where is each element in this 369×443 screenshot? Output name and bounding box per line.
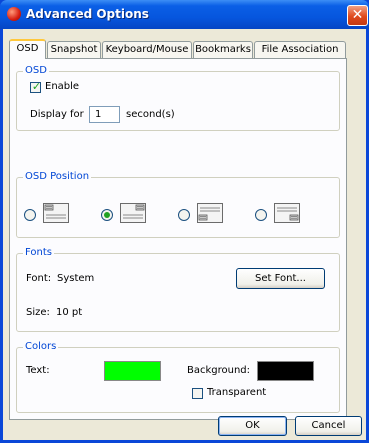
radio-selected-dot [104, 212, 110, 218]
display-seconds-input[interactable] [89, 106, 120, 123]
osd-group: OSD ✓ Enable Display for second(s) [16, 65, 340, 131]
text-color-label: Text: [26, 365, 50, 376]
colors-legend: Colors [23, 341, 59, 353]
tab-osd[interactable]: OSD [9, 39, 46, 59]
screen-top-right-icon [120, 203, 146, 223]
tab-bookmarks[interactable]: Bookmarks [193, 41, 253, 58]
close-button[interactable]: ✕ [347, 5, 368, 26]
fonts-group: Fonts Font: System Set Font... Size: 10 … [16, 247, 340, 332]
advanced-options-dialog: Advanced Options ✕ OSD Snapshot Keyboard… [0, 0, 369, 443]
text-color-swatch[interactable] [104, 361, 161, 381]
tab-file-association[interactable]: File Association [254, 41, 346, 58]
seconds-unit-label: second(s) [126, 109, 175, 120]
transparent-checkbox[interactable] [192, 388, 203, 399]
enable-checkbox[interactable]: ✓ [30, 80, 42, 93]
display-for-label: Display for [30, 109, 84, 120]
fonts-legend: Fonts [23, 247, 54, 259]
ok-button[interactable]: OK [218, 416, 287, 436]
title-bar[interactable]: Advanced Options ✕ [0, 0, 369, 29]
position-top-left-radio[interactable] [24, 209, 36, 221]
font-label: Font: [26, 273, 52, 284]
screen-top-left-icon [43, 203, 69, 223]
background-color-swatch[interactable] [257, 361, 314, 381]
transparent-label: Transparent [207, 387, 267, 398]
tab-keyboard-mouse[interactable]: Keyboard/Mouse [102, 41, 192, 58]
osd-tab-panel: OSD ✓ Enable Display for second(s) OSD P… [9, 58, 347, 420]
app-icon [7, 7, 21, 21]
position-top-right-radio[interactable] [101, 209, 113, 221]
screen-bottom-left-icon [197, 203, 223, 223]
size-value: 10 pt [56, 307, 83, 318]
cancel-button[interactable]: Cancel [295, 416, 362, 436]
font-value: System [57, 273, 95, 284]
tab-snapshot[interactable]: Snapshot [47, 41, 101, 58]
set-font-button[interactable]: Set Font... [236, 268, 325, 289]
osd-position-group: OSD Position [16, 171, 340, 238]
osd-group-legend: OSD [23, 65, 49, 77]
window-title: Advanced Options [26, 7, 149, 21]
size-label: Size: [26, 307, 50, 318]
position-bottom-left-radio[interactable] [178, 209, 190, 221]
colors-group: Colors Text: Background: Transparent [16, 341, 340, 413]
background-color-label: Background: [187, 365, 251, 376]
dialog-client-area: OSD Snapshot Keyboard/Mouse Bookmarks Fi… [3, 29, 366, 440]
screen-bottom-right-icon [274, 203, 300, 223]
checkmark-icon: ✓ [31, 80, 42, 93]
osd-position-legend: OSD Position [23, 171, 92, 183]
position-bottom-right-radio[interactable] [255, 209, 267, 221]
enable-label: Enable [45, 81, 80, 92]
